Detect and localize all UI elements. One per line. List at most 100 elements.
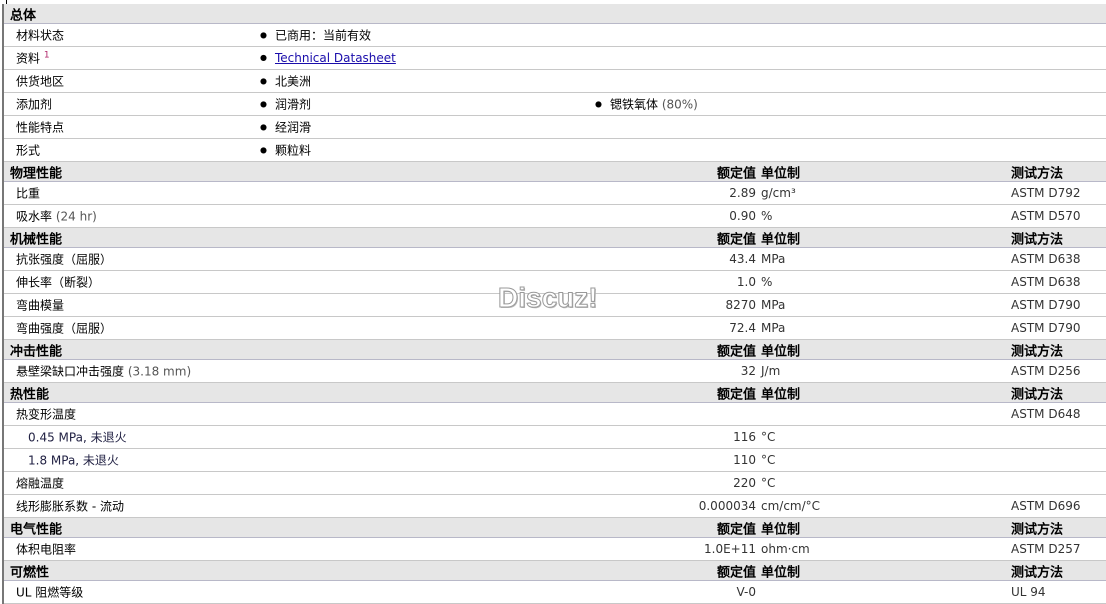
row-label: 添加剂	[16, 97, 53, 112]
row-test-method: ASTM D696	[1011, 499, 1081, 513]
column-header-unit: 单位制	[761, 344, 801, 359]
row-label: 性能特点	[16, 120, 65, 135]
row-label: 1.8 MPa, 未退火	[28, 452, 119, 469]
row-test-method: ASTM D257	[1011, 542, 1081, 556]
row-unit: %	[761, 275, 773, 289]
row-label-text: UL 阻燃等级	[16, 585, 84, 600]
row-label-note: (3.18 mm)	[127, 364, 192, 379]
row-label: 弯曲强度（屈服）	[16, 320, 112, 337]
row-value: 润滑剂	[260, 96, 311, 113]
row-label: 弯曲模量	[16, 297, 64, 314]
column-header-value: 额定值	[716, 387, 756, 402]
row-value: Technical Datasheet	[260, 51, 396, 65]
row-test-method: ASTM D256	[1011, 364, 1081, 378]
technical-datasheet-link[interactable]: Technical Datasheet	[275, 51, 396, 65]
row-label: 悬壁梁缺口冲击强度 (3.18 mm)	[16, 363, 191, 380]
column-header-test-method: 测试方法	[1011, 522, 1064, 537]
section-header: 电气性能 额定值 单位制 测试方法	[4, 518, 1106, 538]
row-test-method: ASTM D790	[1011, 298, 1081, 312]
section-header: 热性能 额定值 单位制 测试方法	[4, 383, 1106, 403]
row-value: 已商用：当前有效	[260, 27, 371, 44]
section-title: 机械性能	[10, 232, 63, 247]
row-unit: °C	[761, 430, 776, 444]
row-label-text: 熔融温度	[16, 476, 65, 491]
column-header-unit: 单位制	[761, 232, 801, 247]
column-header-value: 额定值	[716, 344, 756, 359]
table-row: 吸水率 (24 hr) 0.90% ASTM D570	[4, 205, 1106, 228]
row-value: 43.4	[729, 252, 756, 266]
table-row: 供货地区 北美洲	[4, 70, 1106, 93]
section-title: 物理性能	[10, 166, 63, 181]
row-unit: g/cm³	[761, 186, 796, 200]
row-label-note: (24 hr)	[55, 209, 97, 224]
row-label-text: 0.45 MPa, 未退火	[28, 430, 127, 445]
row-value: 经润滑	[260, 119, 311, 136]
row-label: UL 阻燃等级	[16, 584, 83, 601]
row-unit: cm/cm/°C	[761, 499, 821, 513]
row-value: 110	[733, 453, 756, 467]
row-label: 吸水率 (24 hr)	[16, 208, 97, 225]
table-row: 性能特点 经润滑	[4, 116, 1106, 139]
section-title: 电气性能	[10, 522, 63, 537]
row-unit: °C	[761, 453, 776, 467]
row-label: 比重	[16, 185, 40, 202]
row-label-text: 热变形温度	[16, 407, 77, 422]
row-unit: MPa	[761, 298, 786, 312]
column-header-value: 额定值	[716, 522, 756, 537]
column-header-unit: 单位制	[761, 522, 801, 537]
column-header-test-method: 测试方法	[1011, 166, 1064, 181]
table-row: UL 阻燃等级 V-0 UL 94	[4, 581, 1106, 604]
row-unit: ohm·cm	[761, 542, 810, 556]
row-value: V-0	[736, 585, 756, 599]
row-value: 0.000034	[698, 499, 756, 513]
row-test-method: ASTM D570	[1011, 209, 1081, 223]
column-header-value: 额定值	[716, 232, 756, 247]
row-unit: MPa	[761, 321, 786, 335]
table-row: 添加剂 润滑剂 锶铁氧体 (80%)	[4, 93, 1106, 116]
row-value: 1.0E+11	[704, 542, 756, 556]
table-row: 弯曲强度（屈服） 72.4 MPa ASTM D790	[4, 317, 1106, 340]
row-label-text: 悬壁梁缺口冲击强度	[16, 364, 125, 379]
row-test-method: ASTM D638	[1011, 252, 1081, 266]
row-value: 北美洲	[260, 73, 311, 90]
row-test-method: ASTM D790	[1011, 321, 1081, 335]
table-row: 悬壁梁缺口冲击强度 (3.18 mm) 32 J/m ASTM D256	[4, 360, 1106, 383]
section-title: 冲击性能	[10, 344, 63, 359]
row-label: 材料状态	[16, 28, 65, 43]
table-row: 热变形温度 ASTM D648	[4, 403, 1106, 426]
row-unit: MPa	[761, 252, 786, 266]
row-test-method: ASTM D792	[1011, 186, 1081, 200]
table-row: 线形膨胀系数 - 流动 0.000034 cm/cm/°C ASTM D696	[4, 495, 1106, 518]
table-row: 熔融温度 220 °C	[4, 472, 1106, 495]
row-value: 1.0	[736, 275, 756, 289]
column-header-test-method: 测试方法	[1011, 565, 1064, 580]
row-value: 8270	[725, 298, 756, 312]
row-label-text: 线形膨胀系数 - 流动	[16, 499, 124, 514]
row-value: 116	[733, 430, 756, 444]
row-label-text: 抗张强度（屈服）	[16, 252, 113, 267]
section-header: 机械性能 额定值 单位制 测试方法	[4, 228, 1106, 248]
row-label: 供货地区	[16, 74, 65, 89]
row-label: 资料 1	[16, 50, 50, 66]
row-label-text: 体积电阻率	[16, 542, 77, 557]
table-row: 比重 2.89 g/cm³ ASTM D792	[4, 182, 1106, 205]
column-header-value: 额定值	[716, 565, 756, 580]
row-label: 形式	[16, 143, 41, 158]
column-header-test-method: 测试方法	[1011, 232, 1064, 247]
section-header: 可燃性 额定值 单位制 测试方法	[4, 561, 1106, 581]
row-test-method: ASTM D638	[1011, 275, 1081, 289]
column-header-value: 额定值	[716, 166, 756, 181]
row-test-method: UL 94	[1011, 585, 1046, 599]
row-label-text: 伸长率（断裂）	[16, 275, 101, 290]
section-title: 热性能	[10, 387, 50, 402]
column-header-unit: 单位制	[761, 565, 801, 580]
row-label: 体积电阻率	[16, 541, 76, 558]
table-row: 资料 1 Technical Datasheet	[4, 47, 1106, 70]
section-title: 可燃性	[10, 565, 50, 580]
row-value: 2.89	[729, 186, 756, 200]
row-unit: °C	[761, 476, 776, 490]
row-value: 0.90	[729, 209, 756, 223]
row-value: 颗粒料	[260, 142, 311, 159]
column-header-unit: 单位制	[761, 387, 801, 402]
row-value: 32	[740, 364, 756, 378]
